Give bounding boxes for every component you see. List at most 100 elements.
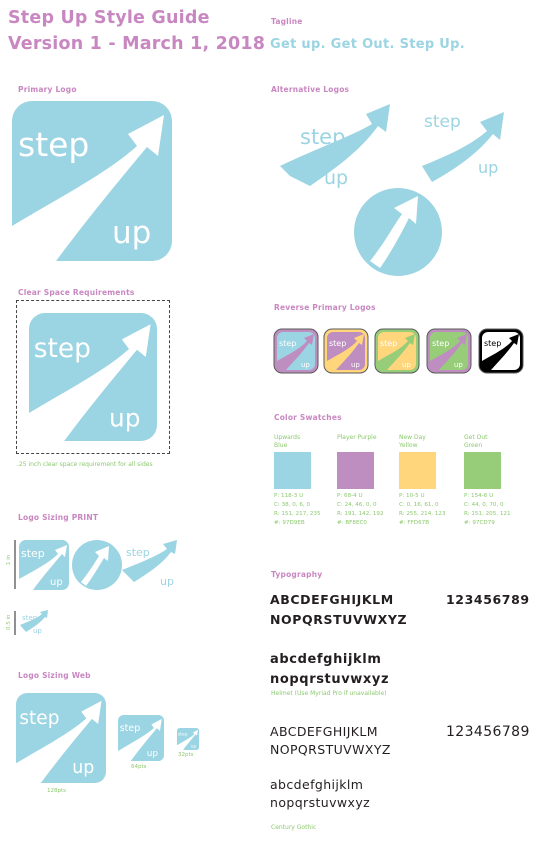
svg-text:step: step — [34, 333, 91, 364]
font2-uppercase-1: ABCDEFGHIJKLM — [270, 724, 378, 739]
web-logo-64: step up — [118, 715, 164, 761]
web-logo-64-graphic: step up — [118, 715, 164, 761]
swatch-hex: #: 97CD79 — [464, 520, 495, 526]
primary-logo-graphic: step up — [12, 101, 172, 261]
svg-text:step: step — [178, 732, 188, 738]
clear-space-heading: Clear Space Requirements — [18, 288, 135, 297]
swatch-name: Upwards Blue — [274, 434, 301, 449]
swatch-yellow: New Day Yellow P: 10-5 U C: 0, 16, 61, 0… — [399, 434, 459, 526]
font1-lowercase-2: nopqrstuvwxyz — [270, 672, 390, 687]
swatch-pantone: P: 10-5 U — [399, 493, 425, 499]
svg-text:up: up — [324, 167, 348, 189]
swatch-pantone: P: 68-4 U — [337, 493, 363, 499]
svg-text:step: step — [22, 614, 38, 622]
svg-text:up: up — [50, 577, 63, 588]
color-swatches: Upwards Blue P: 118-3 U C: 38, 0, 6, 0 R… — [274, 434, 534, 534]
svg-text:up: up — [478, 158, 498, 177]
swatch-cmyk: C: 0, 16, 61, 0 — [399, 502, 439, 508]
swatch-pantone: P: 154-6 U — [464, 493, 494, 499]
web-logo-32: step up — [177, 728, 199, 750]
svg-text:step: step — [329, 339, 346, 348]
swatch-name: New Day Yellow — [399, 434, 426, 449]
alternative-logos-heading: Alternative Logos — [271, 85, 350, 94]
primary-logo: step up — [12, 101, 172, 261]
swatch-chip — [274, 452, 311, 489]
alternative-logos: step up step up — [272, 96, 522, 281]
alternative-logos-graphic: step up step up — [280, 104, 504, 276]
svg-text:up: up — [301, 361, 310, 369]
swatch-chip — [399, 452, 436, 489]
web-size-128-label: 128pts — [47, 788, 67, 794]
svg-text:up: up — [160, 575, 174, 588]
color-swatches-heading: Color Swatches — [274, 413, 342, 422]
web-logo-128: step up — [16, 693, 106, 783]
clear-space-logo-graphic: step up — [29, 313, 157, 441]
svg-text:up: up — [147, 749, 159, 759]
swatch-chip — [464, 452, 501, 489]
svg-text:up: up — [191, 745, 197, 750]
print-size-large-label: 1 in — [6, 554, 12, 565]
page-title: Step Up Style Guide — [8, 8, 210, 28]
font2-uppercase-2: NOPQRSTUVWXYZ — [270, 742, 391, 757]
primary-logo-heading: Primary Logo — [18, 85, 77, 94]
reverse-logos-row: step up step up step up step up step up — [272, 328, 530, 376]
swatch-pantone: P: 118-3 U — [274, 493, 304, 499]
sizing-print-logos: step up step up step up — [12, 537, 192, 637]
swatch-rgb: R: 151, 205, 121 — [464, 511, 511, 517]
svg-text:step: step — [19, 708, 59, 729]
font2-lowercase-2: nopqrstuvwxyz — [270, 795, 371, 810]
page-subtitle: Version 1 - March 1, 2018 — [8, 34, 266, 54]
svg-text:step: step — [424, 112, 461, 132]
swatch-name: Get Out Green — [464, 434, 488, 449]
svg-text:up: up — [402, 361, 411, 369]
font2-lowercase-1: abcdefghijklm — [270, 777, 364, 792]
svg-text:step: step — [432, 339, 449, 348]
tagline-text: Get up. Get Out. Step Up. — [270, 37, 465, 52]
sizing-print-heading: Logo Sizing PRINT — [18, 513, 99, 522]
svg-text:step: step — [300, 125, 345, 149]
svg-text:step: step — [120, 723, 140, 734]
svg-text:step: step — [126, 546, 150, 559]
font1-uppercase-1: ABCDEFGHIJKLM — [270, 592, 394, 607]
sizing-print-graphic: step up step up step up — [14, 540, 177, 635]
swatch-cmyk: C: 44, 0, 70, 0 — [464, 502, 504, 508]
print-size-small-label: 0.5 in — [6, 614, 12, 630]
swatch-chip — [337, 452, 374, 489]
logo-word-up: up — [112, 215, 151, 251]
swatch-name: Player Purple — [337, 434, 377, 441]
logo-word-step: step — [18, 125, 89, 164]
web-logo-32-graphic: step up — [177, 728, 199, 750]
web-size-64-label: 64pts — [131, 764, 147, 770]
tagline-heading: Tagline — [271, 17, 303, 26]
web-logo-128-graphic: step up — [16, 693, 106, 783]
clear-space-logo: step up — [29, 313, 157, 441]
swatch-rgb: R: 151, 217, 235 — [274, 511, 321, 517]
web-size-32-label: 32pts — [178, 752, 194, 758]
typography-heading: Typography — [271, 570, 323, 579]
svg-text:up: up — [33, 627, 42, 635]
svg-text:step: step — [380, 339, 397, 348]
font1-note: Helmet (Use Myriad Pro if unavailable) — [271, 690, 387, 697]
font1-uppercase-2: NOPQRSTUVWXYZ — [270, 612, 408, 627]
swatch-hex: #: FFD67B — [399, 520, 430, 526]
swatch-hex: #: BF8EC0 — [337, 520, 367, 526]
font2-digits: 123456789 — [446, 724, 530, 740]
svg-text:up: up — [454, 361, 463, 369]
swatch-purple: Player Purple P: 68-4 U C: 24, 46, 0, 0 … — [337, 434, 397, 526]
swatch-blue: Upwards Blue P: 118-3 U C: 38, 0, 6, 0 R… — [274, 434, 334, 526]
swatch-hex: #: 97D9EB — [274, 520, 305, 526]
svg-text:step: step — [279, 339, 296, 348]
reverse-logos-graphic: step up step up step up step up step up — [273, 328, 524, 374]
svg-text:up: up — [506, 361, 515, 369]
svg-text:up: up — [109, 404, 140, 433]
swatch-rgb: R: 191, 142, 192 — [337, 511, 384, 517]
svg-text:up: up — [351, 361, 360, 369]
svg-text:step: step — [484, 339, 501, 348]
swatch-rgb: R: 255, 214, 123 — [399, 511, 446, 517]
swatch-cmyk: C: 38, 0, 6, 0 — [274, 502, 311, 508]
font2-note: Century Gothic — [271, 824, 317, 831]
reverse-logos-heading: Reverse Primary Logos — [274, 303, 376, 312]
clear-space-note: .25 inch clear space requirement for all… — [17, 461, 153, 468]
swatch-green: Get Out Green P: 154-6 U C: 44, 0, 70, 0… — [464, 434, 526, 526]
font1-digits: 123456789 — [446, 592, 530, 607]
